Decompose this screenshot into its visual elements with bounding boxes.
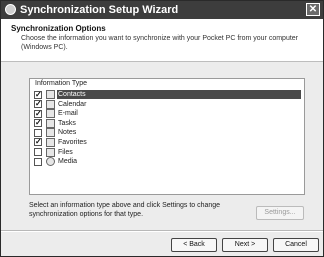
list-item-label: Tasks [58,119,76,127]
media-icon [46,157,55,167]
footer-divider [1,230,323,232]
list-item-label: Favorites [58,138,87,146]
info-type-label: Information Type [35,80,88,87]
files-icon [46,147,55,157]
list-item-media[interactable]: Media [33,157,301,167]
cancel-button[interactable]: Cancel [273,238,319,252]
checkbox-media[interactable] [34,157,42,166]
page-description: Choose the information you want to synch… [21,35,299,51]
tasks-icon [46,118,55,128]
list-item-label: Calendar [58,100,87,108]
favorites-icon [46,137,55,147]
contacts-icon [46,90,55,99]
checkbox-contacts[interactable]: ✓ [34,90,42,99]
list-item-label: Notes [58,129,77,137]
back-button[interactable]: < Back [171,238,217,252]
list-item-label: Media [58,158,78,166]
close-button[interactable]: ✕ [306,3,320,16]
wizard-header: Synchronization Options Choose the infor… [1,19,323,62]
list-item-calendar[interactable]: ✓ Calendar [33,99,301,110]
next-button[interactable]: Next > [222,238,268,252]
list-item-notes[interactable]: Notes [33,128,301,138]
page-title: Synchronization Options [11,24,106,33]
checkbox-files[interactable] [34,148,42,157]
instructions-text: Select an information type above and cli… [29,202,221,218]
checkbox-tasks[interactable]: ✓ [34,119,42,128]
app-icon [5,4,16,15]
list-item-label: Files [58,148,73,156]
window-title: Synchronization Setup Wizard [20,4,179,16]
checkbox-email[interactable]: ✓ [34,109,42,118]
title-bar: Synchronization Setup Wizard ✕ [1,1,323,19]
selection-highlight [57,90,301,99]
checkbox-favorites[interactable]: ✓ [34,138,42,147]
list-item-contacts[interactable]: ✓ Contacts [33,90,301,100]
list-item-files[interactable]: Files [33,147,301,158]
list-item-label: E-mail [58,110,78,118]
wizard-window: Synchronization Setup Wizard ✕ Synchroni… [0,0,324,257]
list-item-email[interactable]: ✓ E-mail [33,109,301,119]
settings-button[interactable]: Settings... [256,206,304,220]
checkbox-calendar[interactable]: ✓ [34,100,42,109]
list-item-favorites[interactable]: ✓ Favorites [33,137,301,148]
info-type-list[interactable]: ✓ Contacts ✓ Calendar ✓ E-mail ✓ Tasks N… [33,90,301,167]
list-item-tasks[interactable]: ✓ Tasks [33,118,301,129]
calendar-icon [46,99,55,109]
notes-icon [46,128,55,138]
checkbox-notes[interactable] [34,128,42,137]
list-item-label: Contacts [58,91,86,98]
email-icon [46,109,55,119]
